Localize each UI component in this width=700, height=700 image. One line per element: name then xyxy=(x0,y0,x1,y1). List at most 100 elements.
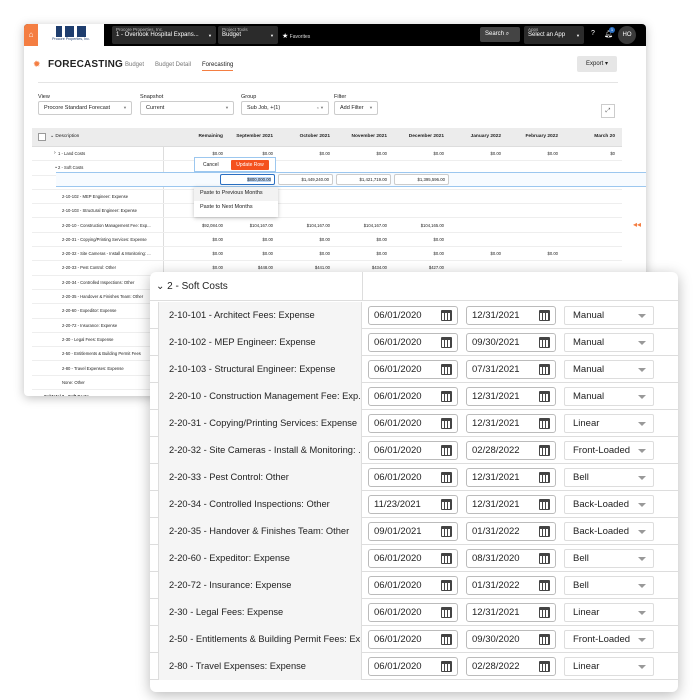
table-row[interactable]: 2-10-102 - MEP Engineer: Expense$6,501, xyxy=(32,190,622,205)
start-date-input[interactable]: 06/01/2020 xyxy=(368,387,458,406)
table-row[interactable]: 2-10-103 - Structural Engineer: Expense$… xyxy=(32,204,622,219)
project-tools-selector[interactable]: Project Tools Budget ▼ xyxy=(218,26,278,44)
table-row[interactable]: 1 - Land Costs › $0.00 $0.00 $0.00 $0.00 $0.00… xyxy=(32,147,622,162)
column-header[interactable]: September 2021 xyxy=(216,134,273,139)
start-date-input[interactable]: 06/01/2020 xyxy=(368,468,458,487)
calendar-icon[interactable] xyxy=(441,364,452,375)
distribution-method-select[interactable]: Bell xyxy=(564,468,654,487)
start-date-input[interactable]: 11/23/2021 xyxy=(368,495,458,514)
calendar-icon[interactable] xyxy=(539,499,550,510)
calendar-icon[interactable] xyxy=(441,499,452,510)
view-select[interactable]: Procore Standard Forecast ▼ xyxy=(38,101,132,115)
fullscreen-icon[interactable]: ⤢ xyxy=(601,104,615,118)
calendar-icon[interactable] xyxy=(539,445,550,456)
distribution-method-select[interactable]: Linear xyxy=(564,657,654,676)
search-button[interactable]: Search ⌕ xyxy=(480,27,520,42)
end-date-input[interactable]: 09/30/2020 xyxy=(466,630,556,649)
calendar-icon[interactable] xyxy=(539,607,550,618)
month-amount-input[interactable]: $1,395,596.00 xyxy=(394,174,449,185)
column-header[interactable]: March 20 xyxy=(558,134,615,139)
end-date-input[interactable]: 01/31/2022 xyxy=(466,576,556,595)
calendar-icon[interactable] xyxy=(539,553,550,564)
start-date-input[interactable]: 06/01/2020 xyxy=(368,657,458,676)
start-date-input[interactable]: 06/01/2020 xyxy=(368,576,458,595)
end-date-input[interactable]: 12/31/2021 xyxy=(466,387,556,406)
group-header[interactable]: ⌄ 2 - Soft Costs xyxy=(150,272,678,301)
home-icon[interactable]: ⌂ xyxy=(24,24,38,46)
calendar-icon[interactable] xyxy=(539,310,550,321)
select-all-checkbox[interactable] xyxy=(38,133,46,141)
end-date-input[interactable]: 01/31/2022 xyxy=(466,522,556,541)
avatar[interactable]: HO xyxy=(618,26,636,44)
tab-budget[interactable]: Budget xyxy=(125,62,144,68)
end-date-input[interactable]: 02/28/2022 xyxy=(466,441,556,460)
calendar-icon[interactable] xyxy=(539,364,550,375)
menu-item-paste-previous[interactable]: Paste to Previous Months xyxy=(194,187,278,201)
start-date-input[interactable]: 06/01/2020 xyxy=(368,603,458,622)
calendar-icon[interactable] xyxy=(441,472,452,483)
export-button[interactable]: Export ▾ xyxy=(577,56,617,72)
calendar-icon[interactable] xyxy=(441,553,452,564)
menu-item-paste-next[interactable]: Paste to Next Months xyxy=(194,201,278,215)
distribution-method-select[interactable]: Bell xyxy=(564,576,654,595)
distribution-method-select[interactable]: Front-Loaded xyxy=(564,630,654,649)
start-date-input[interactable]: 06/01/2020 xyxy=(368,414,458,433)
project-selector[interactable]: Procore Properties, Inc. 1 - Overlook Hos… xyxy=(112,26,216,44)
group-select[interactable]: Sub Job, +(1) × ▼ xyxy=(241,101,329,115)
calendar-icon[interactable] xyxy=(441,634,452,645)
chevron-right-icon[interactable]: › xyxy=(54,150,56,156)
column-header[interactable]: November 2021 xyxy=(330,134,387,139)
table-row[interactable]: 2-20-10 - Construction Management Fee: E… xyxy=(32,219,622,233)
end-date-input[interactable]: 02/28/2022 xyxy=(466,657,556,676)
tab-forecasting[interactable]: Forecasting xyxy=(202,62,234,71)
calendar-icon[interactable] xyxy=(441,580,452,591)
update-row-button[interactable]: Update Row xyxy=(231,160,269,170)
distribution-method-select[interactable]: Back-Loaded xyxy=(564,495,654,514)
month-amount-input[interactable]: $800,000.00 xyxy=(220,174,275,185)
start-date-input[interactable]: 06/01/2020 xyxy=(368,360,458,379)
distribution-method-select[interactable]: Manual xyxy=(564,360,654,379)
help-icon[interactable]: ? xyxy=(591,30,595,37)
end-date-input[interactable]: 09/30/2021 xyxy=(466,333,556,352)
distribution-method-select[interactable]: Manual xyxy=(564,333,654,352)
calendar-icon[interactable] xyxy=(441,391,452,402)
end-date-input[interactable]: 12/31/2021 xyxy=(466,414,556,433)
distribution-method-select[interactable]: Bell xyxy=(564,549,654,568)
calendar-icon[interactable] xyxy=(539,391,550,402)
end-date-input[interactable]: 12/31/2021 xyxy=(466,306,556,325)
column-header[interactable]: Remaining xyxy=(166,134,223,139)
calendar-icon[interactable] xyxy=(539,526,550,537)
distribution-method-select[interactable]: Manual xyxy=(564,387,654,406)
end-date-input[interactable]: 12/31/2021 xyxy=(466,468,556,487)
column-header[interactable]: February 2022 xyxy=(501,134,558,139)
column-header[interactable]: December 2021 xyxy=(387,134,444,139)
favorites-button[interactable]: ★ Favorites xyxy=(282,32,310,40)
month-amount-input[interactable]: $1,449,240.00 xyxy=(278,174,333,185)
calendar-icon[interactable] xyxy=(441,445,452,456)
start-date-input[interactable]: 06/01/2020 xyxy=(368,549,458,568)
cancel-button[interactable]: Cancel xyxy=(203,162,219,168)
apps-selector[interactable]: Apps Select an App ▼ xyxy=(524,26,584,44)
calendar-icon[interactable] xyxy=(441,418,452,429)
calendar-icon[interactable] xyxy=(539,472,550,483)
collapse-panel-icon[interactable]: ◂◂ xyxy=(633,220,641,229)
calendar-icon[interactable] xyxy=(539,661,550,672)
end-date-input[interactable]: 08/31/2020 xyxy=(466,549,556,568)
distribution-method-select[interactable]: Linear xyxy=(564,603,654,622)
calendar-icon[interactable] xyxy=(441,337,452,348)
distribution-method-select[interactable]: Manual xyxy=(564,306,654,325)
snapshot-select[interactable]: Current ▼ xyxy=(140,101,234,115)
table-row[interactable]: 2-20-32 - Site Cameras - Install & Monit… xyxy=(32,247,622,262)
month-amount-input[interactable]: $1,421,719.00 xyxy=(336,174,391,185)
start-date-input[interactable]: 06/01/2020 xyxy=(368,306,458,325)
calendar-icon[interactable] xyxy=(441,310,452,321)
start-date-input[interactable]: 06/01/2020 xyxy=(368,441,458,460)
column-header[interactable]: October 2021 xyxy=(273,134,330,139)
calendar-icon[interactable] xyxy=(539,634,550,645)
chevron-down-icon[interactable]: ⌄ xyxy=(54,164,58,170)
description-header[interactable]: ⌄ Description xyxy=(50,134,79,139)
distribution-method-select[interactable]: Back-Loaded xyxy=(564,522,654,541)
table-row[interactable]: 2-20-31 - Copying/Printing Services: Exp… xyxy=(32,233,622,248)
calendar-icon[interactable] xyxy=(441,526,452,537)
calendar-icon[interactable] xyxy=(441,607,452,618)
